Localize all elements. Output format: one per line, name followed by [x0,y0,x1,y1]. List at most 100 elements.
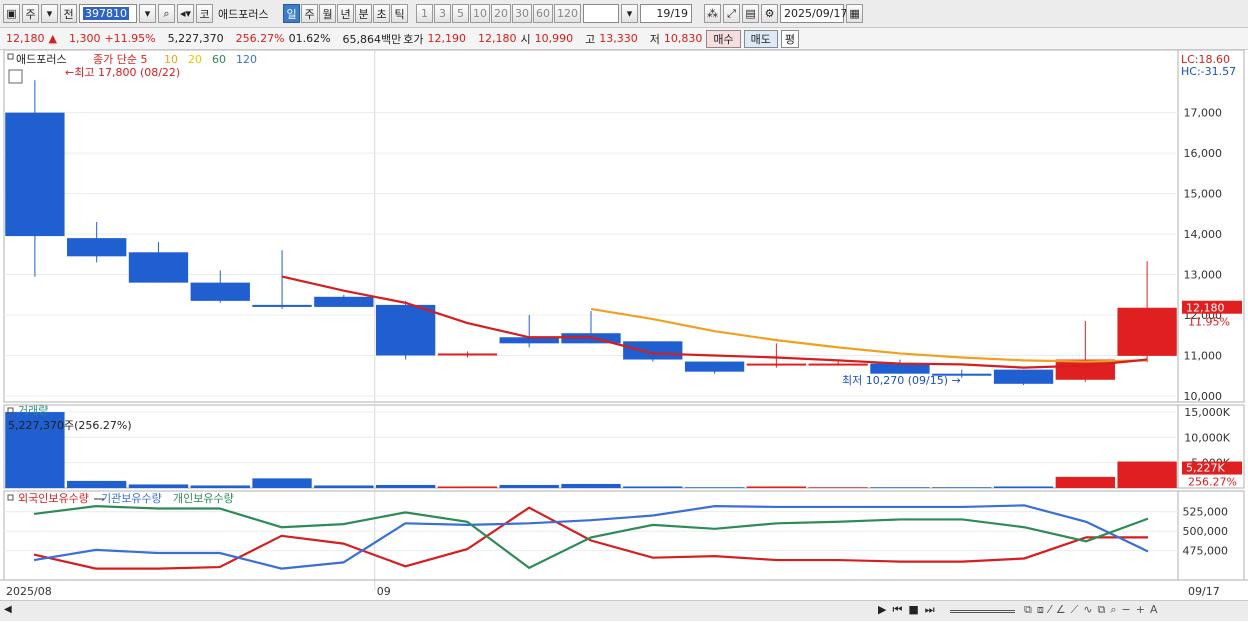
price-tick-label: 14,000 [1184,228,1223,241]
period-tab-3[interactable]: 년 [337,4,355,23]
price-legend-ma-20: 20 [188,53,202,66]
period-tab-5[interactable]: 초 [373,4,391,23]
minus-icon[interactable]: − [1122,603,1131,617]
draw-icon[interactable]: ⤢ [723,4,741,23]
volume-bar [314,485,374,488]
period-tab-0[interactable]: 일 [283,4,301,23]
x-label-end: 09/17 [1188,585,1220,598]
period-tab-6[interactable]: 틱 [391,4,409,23]
interval-dropdown-icon[interactable]: ▾ [621,4,639,23]
tool-copy-icon[interactable]: ⧉ [1024,603,1032,617]
period-tab-2[interactable]: 월 [319,4,337,23]
interval-button-20[interactable]: 20 [491,4,512,23]
last-volume-tag: 5,227K [1186,462,1225,475]
draw-tools: ⧉ ⧈ ⁄ ∠ ⟋ ∿ ⧉ ⌕ − + A [1024,603,1158,617]
candle-body [190,282,250,301]
volume-tick-label: 10,000K [1184,431,1230,444]
plus-icon[interactable]: + [1136,603,1145,617]
candle-body [5,112,65,237]
interval-button-1[interactable]: 1 [416,4,434,23]
high-label: 고 [585,32,596,46]
tool-angle-icon[interactable]: ∠ [1056,603,1066,617]
low-label: 저 [649,32,660,46]
bottom-scrollbar[interactable]: ◀ ▶ ⏮ ■ ⏭ ⧉ ⧈ ⁄ ∠ ⟋ ∿ ⧉ ⌕ − + A [0,600,1248,621]
candle-body [746,363,807,366]
stock-chart[interactable]: 10,00011,00012,00013,00014,00015,00016,0… [0,50,1248,622]
count-input[interactable]: 19/19 [640,4,693,23]
prev-button[interactable]: 전 [60,4,77,23]
first-page-icon[interactable]: ⏮ [892,603,902,617]
open-price: 10,990 [534,32,574,45]
scroll-controls: ▶ ⏮ ■ ⏭ [878,603,935,617]
price-legend-name: 애드포러스 [16,53,67,66]
volume-bar [375,484,436,488]
high-note: ←최고 17,800 (08/22) [65,66,180,79]
candle-body [808,363,868,366]
tool-group-icon[interactable]: ⧉ [1098,603,1106,617]
last-pct-tag: 11.95% [1188,316,1230,329]
volume-bar [561,483,621,488]
candle-settings-icon[interactable]: ⁂ [704,4,722,23]
save-icon[interactable]: ▤ [742,4,760,23]
volume-bar [499,484,559,488]
period-dropdown-icon[interactable]: ▾ [41,4,58,23]
volume-bar [252,478,312,488]
price-legend-ma-120: 120 [236,53,257,66]
volume-bar [746,486,807,488]
price-tick-label: 16,000 [1184,147,1223,160]
interval-button-3[interactable]: 3 [434,4,452,23]
volume-tick-label: 15,000K [1184,406,1230,419]
interval-button-60[interactable]: 60 [533,4,554,23]
sell-button[interactable]: 매도 [743,29,778,48]
interval-button-10[interactable]: 10 [470,4,491,23]
low-price: 10,830 [663,32,703,45]
layout-icon[interactable]: ▣ [3,4,20,23]
candle-body [314,296,374,307]
candle-body [684,361,745,372]
holding-legend-0: 외국인보유수량 [18,492,89,505]
font-icon[interactable]: A [1150,603,1158,617]
candle-body [623,341,683,360]
search-icon[interactable]: ⌕ [158,4,175,23]
last-volume-pct: 256.27% [1188,476,1237,489]
date-input[interactable]: 2025/09/17 [780,4,847,23]
interval-button-5[interactable]: 5 [452,4,470,23]
interval-button-120[interactable]: 120 [554,4,582,23]
scroll-right-icon[interactable]: ▶ [878,603,886,617]
current-price: 12,180 [6,32,45,45]
tool-wave-icon[interactable]: ∿ [1083,603,1092,617]
volume-bar [870,487,930,488]
zoom-icon[interactable]: ⌕ [1110,603,1116,617]
period-select[interactable]: 주 [22,4,39,23]
period-tab-4[interactable]: 분 [355,4,373,23]
volume-note: 5,227,370주(256.27%) [8,419,132,432]
stop-icon[interactable]: ■ [908,603,918,617]
x-label-start: 2025/08 [6,585,52,598]
volume-bar [437,486,498,488]
gear-icon[interactable]: ⚙ [761,4,779,23]
interval-buttons: 1 3 5 10 20 30 60 120 [416,4,582,23]
zoom-slider[interactable] [950,610,1015,613]
scroll-left-icon[interactable]: ◀ [4,604,12,615]
tool-split-icon[interactable]: ⧈ [1037,603,1044,617]
period-tab-1[interactable]: 주 [301,4,319,23]
volume-bar [932,487,992,488]
calendar-icon[interactable]: ▦ [846,4,864,23]
interval-button-30[interactable]: 30 [512,4,533,23]
code-dropdown-icon[interactable]: ▾ [139,4,156,23]
candle-body [128,252,189,283]
code-input[interactable]: 397810 [79,4,137,23]
volume-ratio: 256.27% [235,32,285,45]
buy-button[interactable]: 매수 [706,29,741,48]
candle-body [870,363,930,374]
tool-line-icon[interactable]: ⁄ [1049,603,1051,617]
speaker-icon[interactable]: ◂▾ [177,4,195,23]
interval-input[interactable] [583,4,620,23]
tool-trend-icon[interactable]: ⟋ [1071,603,1079,617]
eval-button[interactable]: 평 [780,29,800,48]
last-page-icon[interactable]: ⏭ [925,603,935,617]
volume-bar [684,487,745,488]
stock-type-button[interactable]: 코 [196,4,214,23]
holding-legend-1: 기관보유수량 [101,492,162,505]
volume-bar [1117,461,1177,488]
